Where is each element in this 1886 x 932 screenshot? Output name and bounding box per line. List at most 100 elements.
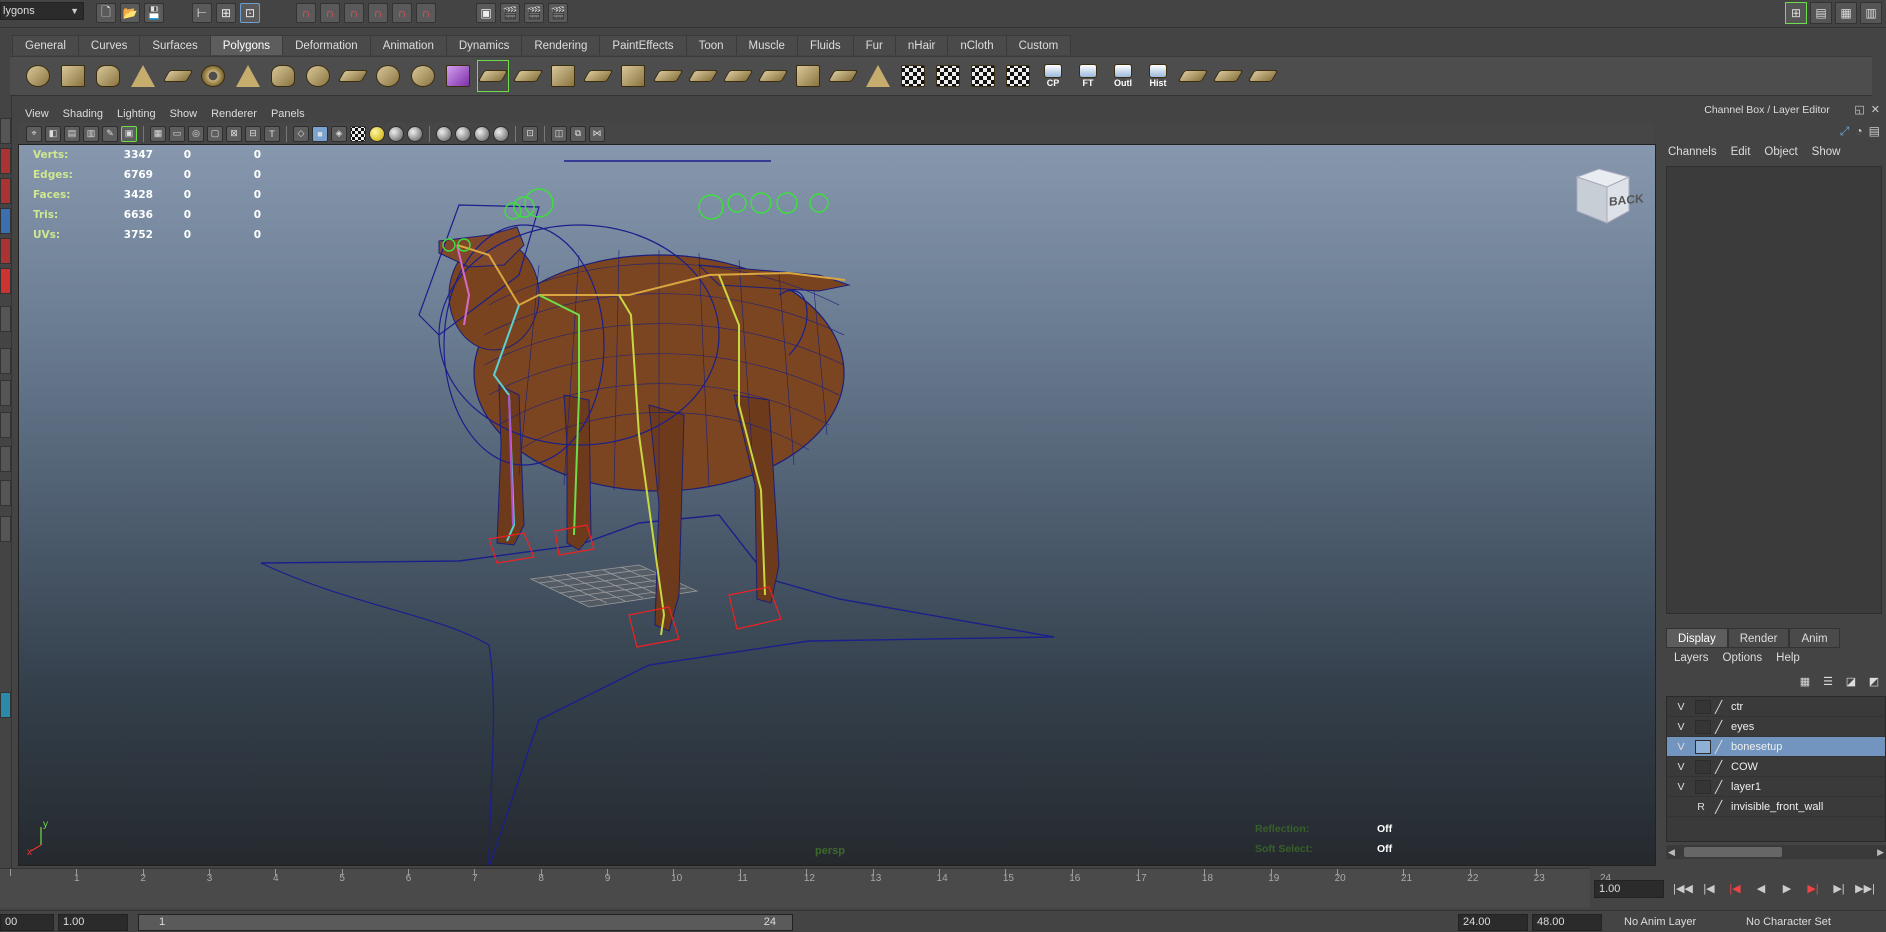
layer-reference-flag[interactable]: R <box>1693 797 1709 817</box>
save-scene-icon[interactable]: 💾 <box>144 3 164 23</box>
camera-attributes-icon[interactable]: ◧ <box>45 125 61 142</box>
center-pivot-button[interactable]: CP <box>1037 60 1069 92</box>
snap-grid-icon[interactable]: ∩ <box>296 3 316 23</box>
layer-display-type-toggle[interactable] <box>1695 740 1711 754</box>
shelf-tab-custom[interactable]: Custom <box>1005 35 1072 55</box>
render-settings-icon[interactable]: 🎬 <box>548 3 568 23</box>
bevel-icon[interactable] <box>1177 60 1209 92</box>
poly-pipe-icon[interactable] <box>267 60 299 92</box>
shelf-tab-fur[interactable]: Fur <box>852 35 896 55</box>
backface-culling-icon[interactable] <box>493 125 509 142</box>
poly-helix-icon[interactable] <box>302 60 334 92</box>
layer-editor-menu-layers[interactable]: Layers <box>1674 652 1709 664</box>
last-tool-icon[interactable] <box>0 306 11 332</box>
shelf-tab-muscle[interactable]: Muscle <box>735 35 798 55</box>
step-forward-frame-icon[interactable]: ▶| <box>1828 880 1850 898</box>
poly-cone-icon[interactable] <box>127 60 159 92</box>
render-frame-icon[interactable]: 🎬 <box>500 3 520 23</box>
close-icon[interactable]: ✕ <box>1871 103 1880 116</box>
shelf-tab-toon[interactable]: Toon <box>685 35 737 55</box>
bridge-icon[interactable] <box>687 60 719 92</box>
shelf-tab-rendering[interactable]: Rendering <box>521 35 601 55</box>
play-backwards-icon[interactable]: ◀ <box>1750 880 1772 898</box>
layer-visibility-toggle[interactable]: V <box>1673 777 1689 797</box>
select-camera-icon[interactable]: ⌖ <box>26 125 42 142</box>
current-frame-field[interactable]: 1.00 <box>1594 880 1664 898</box>
gate-mask-icon[interactable]: ▢ <box>207 125 223 142</box>
shelf-tab-curves[interactable]: Curves <box>77 35 141 55</box>
go-to-end-icon[interactable]: ▶▶| <box>1854 880 1876 898</box>
outliner-layout-icon[interactable]: ▤ <box>1810 2 1832 24</box>
separate-icon[interactable] <box>442 60 474 92</box>
paint-select-tool-icon[interactable] <box>0 178 11 204</box>
uv-checker-icon[interactable] <box>897 60 929 92</box>
film-gate-icon[interactable]: ▭ <box>169 125 185 142</box>
step-back-key-icon[interactable]: |◀ <box>1724 880 1746 898</box>
lasso-tool-icon[interactable] <box>0 148 11 174</box>
layer-row[interactable]: R ╱ invisible_front_wall <box>1667 797 1885 817</box>
layer-row[interactable]: V ╱ ctr <box>1667 697 1885 717</box>
panel-layout-icon[interactable]: ⧉ <box>570 125 586 142</box>
split-icon[interactable] <box>757 60 789 92</box>
step-back-frame-icon[interactable]: |◀ <box>1698 880 1720 898</box>
range-slider[interactable]: 1 24 <box>138 914 793 931</box>
smooth-icon[interactable] <box>512 60 544 92</box>
layer-color-swatch[interactable]: ╱ <box>1715 757 1722 777</box>
scroll-left-icon[interactable]: ◀ <box>1668 847 1675 858</box>
screen-space-ao-icon[interactable] <box>407 125 423 142</box>
layer-visibility-toggle[interactable]: V <box>1673 717 1689 737</box>
magnet-icon[interactable]: ∩ <box>416 3 436 23</box>
layer-color-swatch[interactable]: ╱ <box>1715 737 1722 757</box>
layer-editor-menu-options[interactable]: Options <box>1723 652 1763 664</box>
textured-icon[interactable] <box>350 125 366 142</box>
open-scene-icon[interactable]: 📂 <box>120 3 140 23</box>
uv-checker-icon[interactable] <box>932 60 964 92</box>
isolate-select-icon[interactable]: ▣ <box>121 125 137 142</box>
perspective-viewport[interactable]: Verts: 3347 0 0 Edges: 6769 0 0 Faces: 3428 0 0 Tris… <box>18 144 1656 866</box>
poly-prism-icon[interactable] <box>232 60 264 92</box>
mirror-icon[interactable] <box>617 60 649 92</box>
channel-box-menu-show[interactable]: Show <box>1812 146 1841 158</box>
share-icon[interactable]: ⋈ <box>589 125 605 142</box>
new-scene-icon[interactable]: 🗋 <box>96 3 116 23</box>
shelf-tab-deformation[interactable]: Deformation <box>282 35 371 55</box>
hud-icon[interactable]: ◫ <box>551 125 567 142</box>
select-tool-icon[interactable] <box>0 118 11 144</box>
use-all-lights-icon[interactable] <box>369 125 385 142</box>
panel-menu-shading[interactable]: Shading <box>56 105 110 123</box>
menu-set-select[interactable]: lygons ▼ <box>0 2 84 20</box>
channel-box-body[interactable] <box>1666 166 1882 614</box>
tab-anim[interactable]: Anim <box>1789 628 1840 648</box>
xray-joints-icon[interactable] <box>455 125 471 142</box>
wireframe-icon[interactable]: ◇ <box>293 125 309 142</box>
wireframe-on-shaded-icon[interactable]: ◈ <box>331 125 347 142</box>
image-plane-icon[interactable]: ▥ <box>83 125 99 142</box>
wedge-icon[interactable] <box>1212 60 1244 92</box>
anim-layer-label[interactable]: No Anim Layer <box>1624 916 1696 928</box>
layer-display-type-toggle[interactable] <box>1695 700 1711 714</box>
channel-box-menu-channels[interactable]: Channels <box>1668 146 1717 158</box>
shelf-tab-ncloth[interactable]: nCloth <box>947 35 1007 55</box>
select-object-icon[interactable]: ⊞ <box>216 3 236 23</box>
shelf-tab-painteffects[interactable]: PaintEffects <box>599 35 687 55</box>
poly-cube-icon[interactable] <box>57 60 89 92</box>
layer-color-swatch[interactable]: ╱ <box>1715 697 1722 717</box>
scroll-thumb[interactable] <box>1684 847 1782 857</box>
extrude-icon[interactable] <box>652 60 684 92</box>
shelf-tab-general[interactable]: General <box>12 35 79 55</box>
manipulator-icon[interactable]: ⤢ <box>1840 124 1850 139</box>
outliner-button[interactable]: Outl <box>1107 60 1139 92</box>
layer-color-swatch[interactable]: ╱ <box>1715 777 1722 797</box>
tab-render[interactable]: Render <box>1727 628 1790 648</box>
isolate-icon[interactable]: ⊡ <box>522 125 538 142</box>
snap-curve-icon[interactable]: ∩ <box>320 3 340 23</box>
shadows-icon[interactable] <box>388 125 404 142</box>
resolution-gate-icon[interactable]: ◎ <box>188 125 204 142</box>
safe-action-icon[interactable]: ⊟ <box>245 125 261 142</box>
panel-menu-show[interactable]: Show <box>163 105 205 123</box>
panel-menu-lighting[interactable]: Lighting <box>110 105 163 123</box>
extract-icon[interactable] <box>477 60 509 92</box>
grease-pencil-icon[interactable]: ✎ <box>102 125 118 142</box>
shelf-tab-fluids[interactable]: Fluids <box>796 35 854 55</box>
layer-display-type-toggle[interactable] <box>1695 780 1711 794</box>
